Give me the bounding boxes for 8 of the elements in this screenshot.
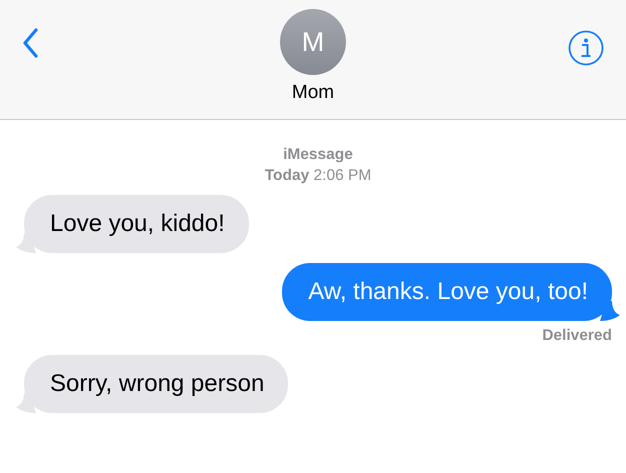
service-label: iMessage [283, 145, 353, 165]
contact-name: Mom [292, 82, 334, 104]
back-icon[interactable] [22, 28, 38, 58]
avatar[interactable]: M [280, 9, 346, 75]
bubble-tail-icon [600, 301, 620, 321]
delivery-status: Delivered [542, 327, 612, 345]
info-icon[interactable] [568, 30, 604, 66]
timestamp: Today 2:06 PM [264, 166, 372, 186]
